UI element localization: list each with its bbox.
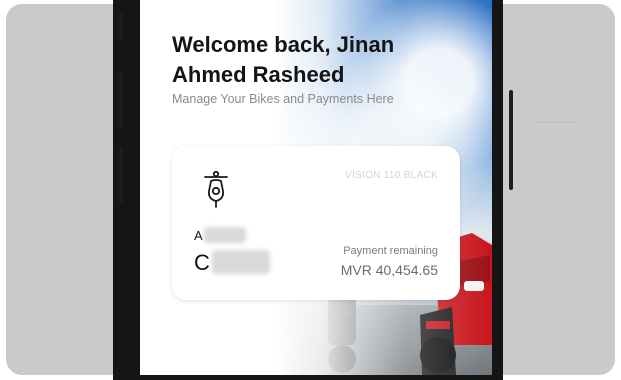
background-right (506, 4, 615, 375)
phone-side-button (509, 90, 513, 190)
payment-remaining-label: Payment remaining (343, 245, 438, 257)
payment-remaining-amount: MVR 40,454.65 (340, 262, 438, 278)
redacted-owner-info (212, 250, 270, 274)
phone-side-button (119, 12, 123, 40)
owner-name-line-1: A (194, 228, 203, 243)
welcome-heading: Welcome back, Jinan Ahmed Rasheed (172, 32, 395, 87)
welcome-subtitle: Manage Your Bikes and Payments Here (172, 92, 394, 106)
bike-model-label: VISION 110 BLACK (345, 170, 438, 181)
scooter-icon (204, 170, 228, 208)
redacted-owner-info (204, 227, 246, 243)
owner-name-line-2: C (194, 250, 210, 275)
phone-side-button (119, 146, 123, 204)
phone-side-button (119, 72, 123, 128)
bike-card[interactable]: VISION 110 BLACK A C Payment remaining M… (172, 146, 460, 300)
app-screen: Welcome back, Jinan Ahmed Rasheed Manage… (140, 0, 492, 375)
